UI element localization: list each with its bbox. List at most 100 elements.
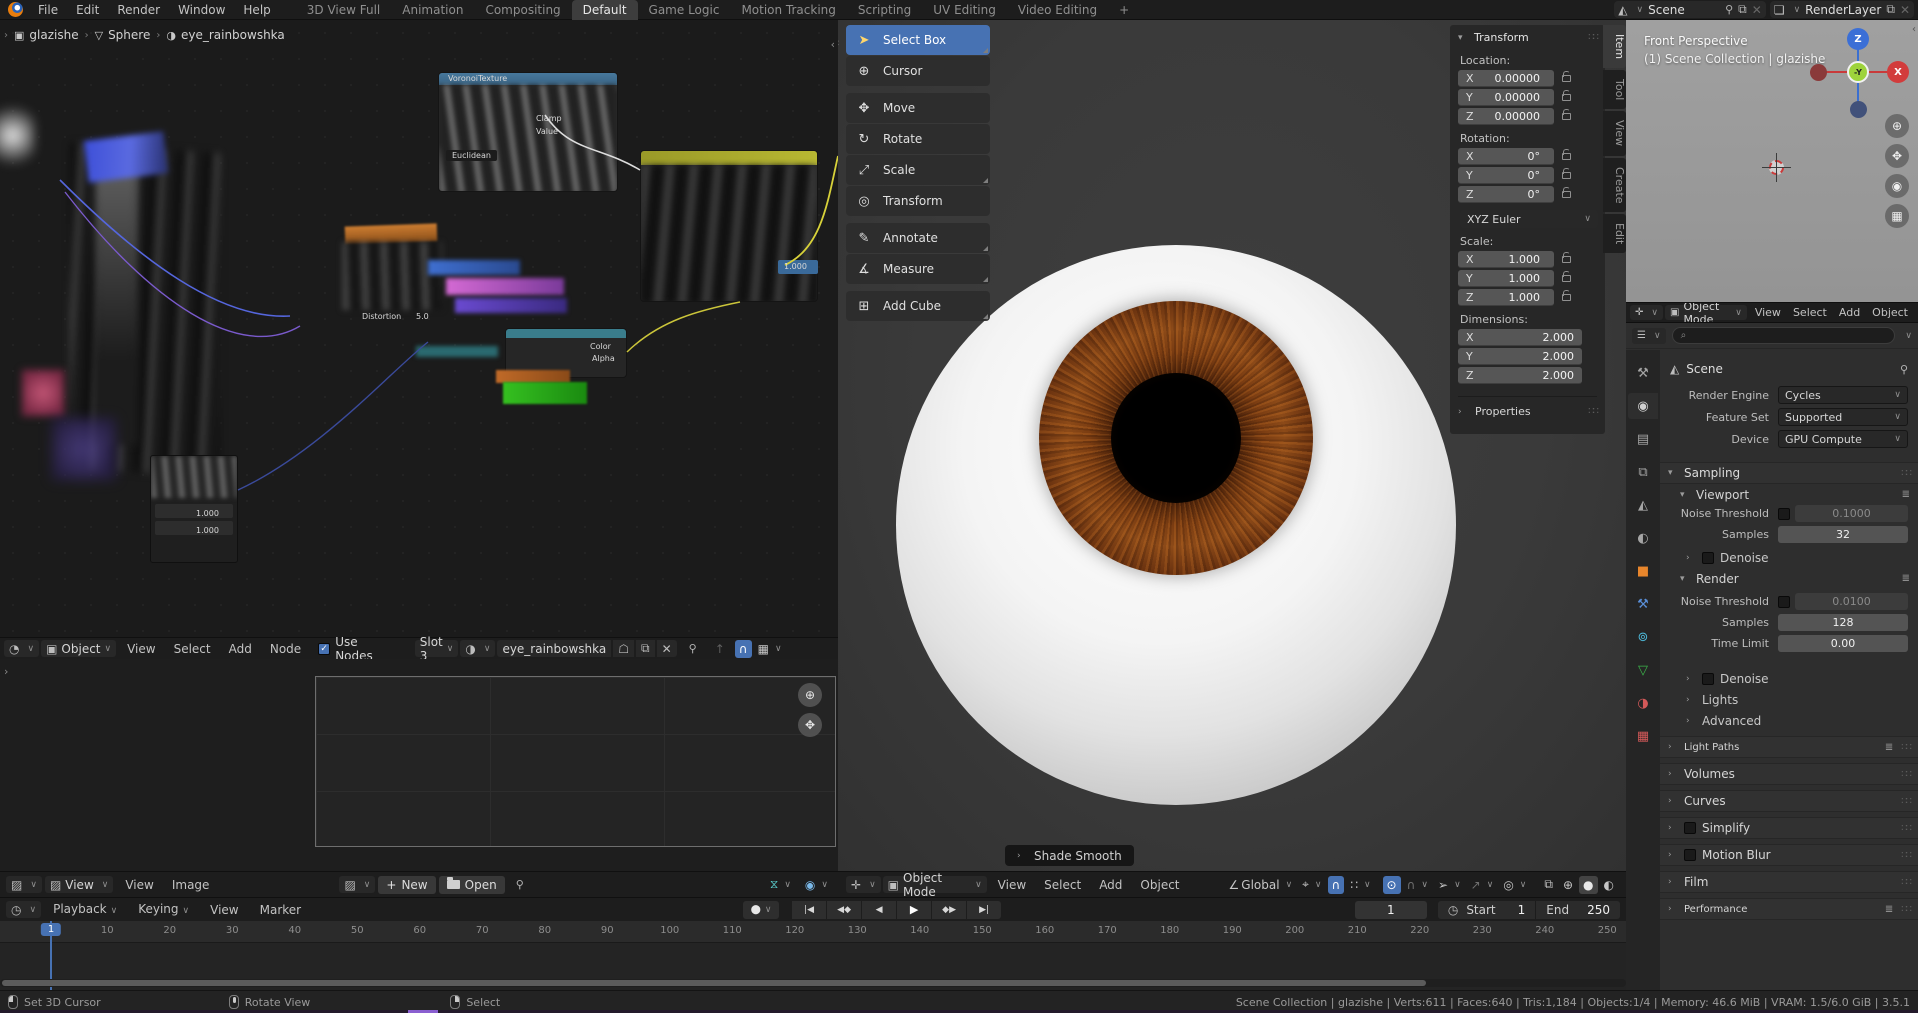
properties-tab[interactable]: ■ [1628,558,1658,584]
denoise-checkbox[interactable] [1702,551,1714,564]
zoom-icon[interactable]: ⊕ [1885,114,1909,138]
pan-hand-icon[interactable]: ✥ [1885,144,1909,168]
location-field[interactable]: Z 0.00000 [1458,108,1554,125]
scale-field[interactable]: Y 1.000 [1458,270,1554,287]
workspace-tab[interactable]: + [1108,0,1140,20]
unlink-material-button[interactable]: ✕ [656,640,677,657]
snap-settings-dropdown[interactable]: ∷ ∨ [1346,876,1374,894]
menu-item[interactable]: View [118,639,164,659]
pivot-point-dropdown[interactable]: ⌖ ∨ [1298,876,1325,894]
gizmo-axis-z-negative[interactable] [1850,101,1867,118]
properties-tab[interactable]: ◑ [1628,690,1658,716]
dimension-field[interactable]: Z 2.000 [1458,367,1582,384]
properties-panel-collapsed[interactable]: › Properties ∷∷ [1458,396,1599,418]
samples-field[interactable]: 128 [1778,614,1908,631]
preset-icon[interactable]: ≣ [1902,573,1910,584]
viewport-denoise-collapsed[interactable]: › Denoise [1660,547,1918,568]
editor-type-button[interactable]: ◔ ∨ [4,640,40,657]
menu-item[interactable]: View [116,875,162,895]
dimension-field[interactable]: X 2.000 [1458,329,1582,346]
noise-threshold-field[interactable]: 0.1000 [1795,505,1908,522]
properties-section-header[interactable]: › Simplify ≣∷∷ [1660,817,1918,839]
lock-icon[interactable] [1562,271,1571,282]
grip-icon[interactable]: ∷∷ [1588,32,1599,43]
snap-target-dropdown[interactable]: ▦ ∨ [754,640,786,658]
go-to-parent-icon[interactable]: ↑ [715,642,725,656]
pin-icon[interactable]: ⚲ [689,642,697,655]
search-input[interactable]: ⌕ [1671,327,1896,344]
gizmo-axis-y-front[interactable]: -Y [1847,61,1869,83]
scene-name[interactable]: Scene [1648,3,1720,17]
gizmo-axis-x-negative[interactable] [1810,64,1827,81]
play-button[interactable]: ▶ [897,900,932,919]
gizmos-dropdown[interactable]: ↗ ∨ [1467,876,1498,894]
shading-solid-button[interactable]: ● [1579,875,1598,894]
panel-title[interactable]: Transform [1474,31,1529,44]
menu-item[interactable]: Select [165,639,220,659]
view-settings-dropdown[interactable]: ◉ ∨ [801,876,832,894]
current-frame-field[interactable]: 1 [1354,900,1427,919]
sidebar-collapse-arrow[interactable]: ‹ [831,38,835,51]
shader-editor[interactable]: › ▣ glazishe › ▽ Sphere › ◑ eye_rainbowshka [0,20,838,637]
timeline[interactable]: 10 20 30 40 50 60 70 80 90 100 110 120 130 140 150 160 1… [0,921,1626,990]
noise-threshold-checkbox[interactable] [1778,507,1790,520]
timeline-scrollbar[interactable] [0,979,1626,987]
pan-hand-icon[interactable]: ✥ [798,713,822,737]
properties-tab[interactable]: ▽ [1628,657,1658,683]
show-gizmo-dropdown[interactable]: ➢ ∨ [1434,876,1465,894]
properties-section-header[interactable]: › Curves ≣∷∷ [1660,790,1918,812]
workspace-tab[interactable]: UV Editing [922,0,1007,20]
toolbar-collapse-arrow[interactable]: ‹ [838,36,839,49]
tool-button[interactable]: ✎ Annotate [846,223,990,253]
transform-orientation-dropdown[interactable]: ∠ Global ∨ [1225,876,1297,894]
playhead-frame-label[interactable]: 1 [40,923,62,936]
properties-tab[interactable]: ⧉ [1628,459,1658,485]
marker-menu[interactable]: Marker [251,900,310,920]
denoise-checkbox[interactable] [1702,672,1714,685]
lock-icon[interactable] [1562,187,1571,198]
properties-breadcrumb[interactable]: Scene [1686,362,1723,376]
scale-field[interactable]: Z 1.000 [1458,289,1554,306]
properties-section-header[interactable]: › Light Paths ≣ ∷∷ [1660,736,1918,758]
sidebar-tab[interactable]: Item [1603,25,1626,69]
timeline-ruler[interactable]: 10 20 30 40 50 60 70 80 90 100 110 120 130 140 150 160 1… [0,921,1626,943]
shading-rendered-button[interactable]: ◐ [1600,876,1618,894]
playback-menu[interactable]: Playback ∨ [44,899,126,921]
rotation-field[interactable]: X 0° [1458,148,1554,165]
material-name-field[interactable]: eye_rainbowshka [497,640,612,657]
pin-icon[interactable]: ⚲ [1725,3,1733,16]
new-material-button[interactable]: ⧉ [636,640,655,657]
editor-type-button[interactable]: ✛ ∨ [1630,305,1663,320]
next-keyframe-button[interactable]: ◆▶ [932,900,967,919]
snapping-magnet-icon[interactable]: ∩ [734,639,752,658]
lock-icon[interactable] [1562,168,1571,179]
sidebar-tab[interactable]: Create [1603,157,1626,213]
sidebar-collapse-arrow[interactable]: ‹ [1912,24,1916,35]
toolbar-expand-arrow[interactable]: › [4,665,8,678]
lock-icon[interactable] [1562,149,1571,160]
properties-tab[interactable]: ▦ [1628,723,1658,749]
properties-tab[interactable]: ◐ [1628,525,1658,551]
secondary-3d-viewport[interactable]: Front Perspective (1) Scene Collection |… [1626,20,1918,302]
properties-section-header[interactable]: › Motion Blur ≣∷∷ [1660,844,1918,866]
section-checkbox[interactable] [1684,822,1696,834]
workspace-tab[interactable]: Default [571,0,638,20]
copy-icon[interactable]: ⧉ [1738,2,1747,17]
section-checkbox[interactable] [1684,849,1696,861]
menu-item[interactable]: Select [1787,303,1833,322]
property-dropdown[interactable]: Cycles ∨ [1778,386,1908,404]
workspace-tab[interactable]: Game Logic [638,0,731,20]
workspace-tab[interactable]: Motion Tracking [730,0,846,20]
tool-button[interactable]: ⊞ Add Cube [846,291,990,321]
lock-icon[interactable] [1562,252,1571,263]
workspace-tab[interactable]: Animation [391,0,474,20]
property-dropdown[interactable]: GPU Compute ∨ [1778,430,1908,448]
zoom-icon[interactable]: ⊕ [798,683,822,707]
snapping-magnet-icon[interactable]: ∩ [1327,875,1345,894]
properties-section-header[interactable]: › Volumes ≣∷∷ [1660,763,1918,785]
close-icon[interactable]: ✕ [1752,3,1762,17]
menu-item[interactable]: File [29,0,67,20]
fake-user-button[interactable]: ☖ [613,640,635,657]
blender-logo-icon[interactable] [8,2,23,17]
jump-to-start-button[interactable]: |◀ [792,900,827,919]
